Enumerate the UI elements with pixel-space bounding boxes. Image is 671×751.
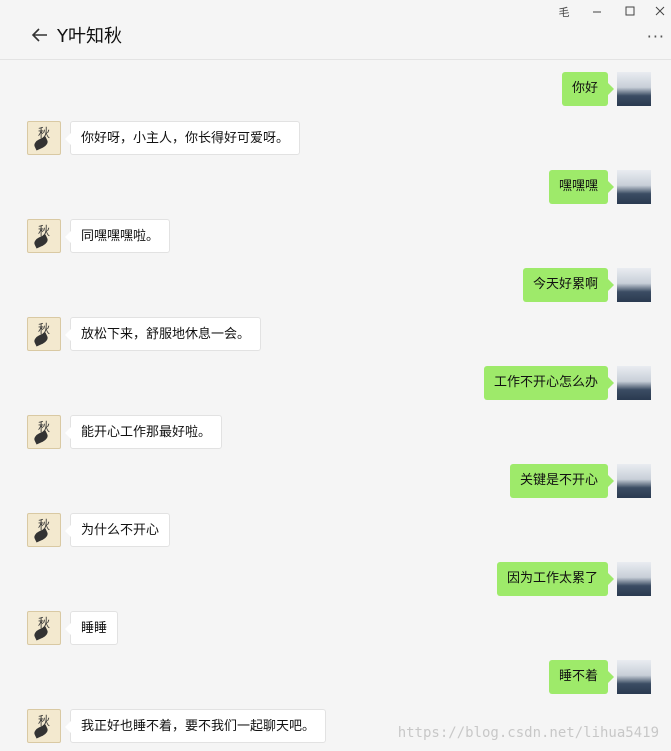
message-bubble[interactable]: 嘿嘿嘿 [548, 170, 615, 204]
user-message: 因为工作太累了 [0, 562, 671, 598]
message-bubble[interactable]: 同嘿嘿嘿啦。 [64, 219, 171, 253]
bot-message: 秋你好呀，小主人，你长得好可爱呀。 [0, 121, 671, 157]
message-bubble[interactable]: 睡不着 [548, 660, 615, 694]
bot-message: 秋放松下来，舒服地休息一会。 [0, 317, 671, 353]
bot-avatar[interactable]: 秋 [27, 611, 61, 645]
bot-message: 秋同嘿嘿嘿啦。 [0, 219, 671, 255]
user-avatar[interactable] [617, 268, 651, 302]
chat-title: Y叶知秋 [57, 26, 122, 47]
bot-avatar[interactable]: 秋 [27, 513, 61, 547]
user-avatar[interactable] [617, 366, 651, 400]
user-avatar[interactable] [617, 170, 651, 204]
bot-avatar[interactable]: 秋 [27, 415, 61, 449]
bot-avatar[interactable]: 秋 [27, 709, 61, 743]
leaf-icon [32, 528, 50, 543]
bot-message: 秋睡睡 [0, 611, 671, 647]
user-message: 工作不开心怎么办 [0, 366, 671, 402]
bot-message: 秋能开心工作那最好啦。 [0, 415, 671, 451]
user-message: 你好 [0, 72, 671, 108]
message-bubble[interactable]: 放松下来，舒服地休息一会。 [64, 317, 262, 351]
watermark: https://blog.csdn.net/lihua5419 [397, 725, 659, 741]
message-bubble[interactable]: 我正好也睡不着，要不我们一起聊天吧。 [64, 709, 327, 743]
bot-avatar[interactable]: 秋 [27, 219, 61, 253]
bot-avatar[interactable]: 秋 [27, 317, 61, 351]
title-bar: Y叶知秋 ⽑ ··· [0, 0, 671, 60]
user-avatar[interactable] [617, 72, 651, 106]
message-bubble[interactable]: 睡睡 [64, 611, 119, 645]
user-avatar[interactable] [617, 562, 651, 596]
leaf-icon [32, 234, 50, 249]
message-bubble[interactable]: 能开心工作那最好啦。 [64, 415, 223, 449]
message-bubble[interactable]: 因为工作太累了 [496, 562, 615, 596]
message-bubble[interactable]: 为什么不开心 [64, 513, 171, 547]
user-message: 嘿嘿嘿 [0, 170, 671, 206]
leaf-icon [32, 430, 50, 445]
leaf-icon [32, 136, 50, 151]
leaf-icon [32, 724, 50, 739]
minimize-icon[interactable] [590, 4, 606, 20]
message-bubble[interactable]: 工作不开心怎么办 [483, 366, 615, 400]
pin-icon[interactable]: ⽑ [556, 4, 572, 20]
message-bubble[interactable]: 关键是不开心 [509, 464, 615, 498]
chat-area[interactable]: 你好秋你好呀，小主人，你长得好可爱呀。 嘿嘿嘿秋同嘿嘿嘿啦。 今天好累啊秋放松下来，… [0, 61, 671, 751]
user-message: 今天好累啊 [0, 268, 671, 304]
user-message: 睡不着 [0, 660, 671, 696]
message-bubble[interactable]: 你好 [561, 72, 615, 106]
leaf-icon [32, 626, 50, 641]
user-avatar[interactable] [617, 660, 651, 694]
bot-avatar[interactable]: 秋 [27, 121, 61, 155]
more-options-icon[interactable]: ··· [647, 29, 665, 45]
bot-message: 秋为什么不开心 [0, 513, 671, 549]
message-bubble[interactable]: 你好呀，小主人，你长得好可爱呀。 [64, 121, 301, 155]
user-message: 关键是不开心 [0, 464, 671, 500]
message-bubble[interactable]: 今天好累啊 [522, 268, 615, 302]
close-icon[interactable] [653, 4, 669, 20]
user-avatar[interactable] [617, 464, 651, 498]
leaf-icon [32, 332, 50, 347]
back-arrow-icon[interactable] [30, 25, 50, 45]
maximize-icon[interactable] [623, 4, 639, 20]
